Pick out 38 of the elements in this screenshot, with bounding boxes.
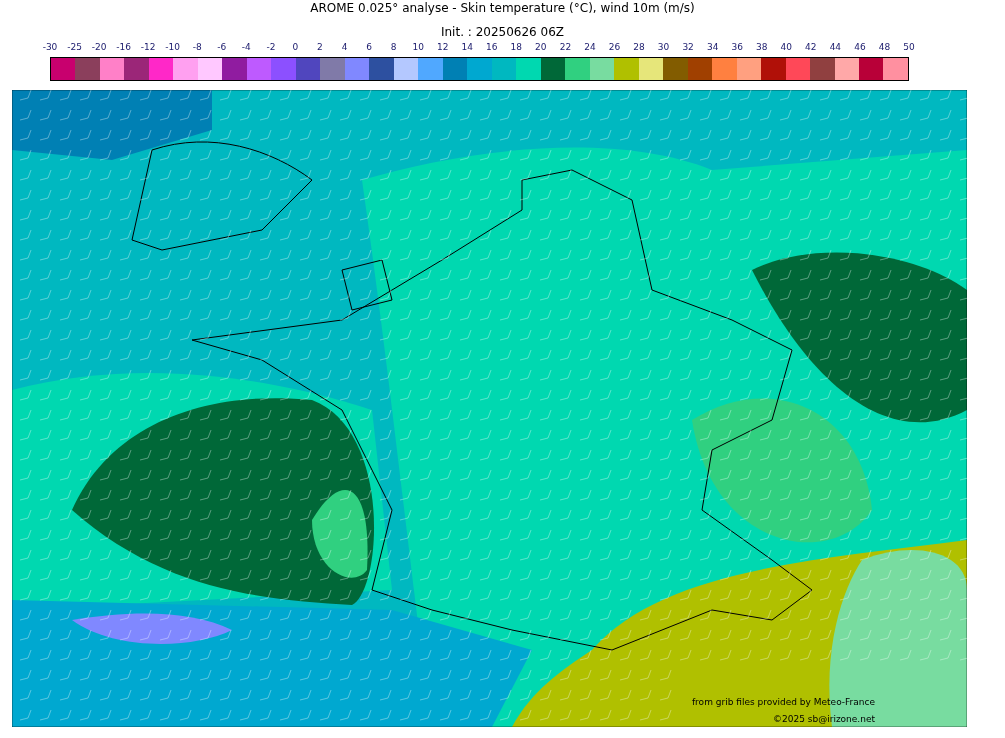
colorbar-tick-label: 24 — [584, 41, 596, 53]
colorbar-tick-label: -2 — [266, 41, 276, 53]
colorbar-tick-label: 8 — [390, 41, 397, 53]
colorbar-tick-label: 18 — [510, 41, 523, 53]
colorbar-tick-label: -10 — [165, 41, 181, 53]
colorbar-tick-label: 48 — [878, 41, 891, 53]
colorbar-tick-label: 38 — [756, 41, 768, 53]
colorbar-tick-label: -30 — [42, 41, 58, 53]
colorbar-tick-label: 44 — [829, 41, 842, 53]
colorbar-tick-label: 6 — [366, 41, 372, 53]
colorbar-tick-label: -12 — [140, 41, 156, 53]
colorbar-tick-label: 0 — [292, 41, 299, 53]
colorbar-tick-label: 10 — [412, 41, 424, 53]
colorbar-tick-label: 28 — [633, 41, 645, 53]
colorbar-tick-label: 32 — [682, 41, 694, 53]
colorbar-tick-label: 16 — [486, 41, 498, 53]
colorbar-tick-label: 34 — [706, 41, 719, 53]
colorbar-tick-label: 30 — [657, 41, 670, 53]
colorbar-tick-label: 2 — [317, 41, 323, 53]
colorbar-tick-label: 14 — [461, 41, 473, 53]
colorbar-tick-label: -16 — [116, 41, 131, 53]
colorbar-tick-label: -6 — [217, 41, 227, 53]
colorbar-tick-label: 12 — [436, 41, 449, 53]
colorbar-tick-label: 40 — [780, 41, 792, 53]
colorbar-tick-label: -8 — [192, 41, 202, 53]
colorbar-tick-label: 46 — [854, 41, 866, 53]
chart-title: AROME 0.025° analyse - Skin temperature (°C), wind 10m (m/s) — [310, 0, 695, 16]
colorbar-tick-label: 4 — [341, 41, 348, 53]
colorbar-tick-label: 36 — [731, 41, 743, 53]
chart-subtitle: Init. : 20250626 06Z — [440, 24, 565, 40]
colorbar-tick-label: -4 — [241, 41, 251, 53]
colorbar-tick-label: 22 — [559, 41, 572, 53]
colorbar-tick-label: 50 — [903, 41, 915, 53]
colorbar-tick-label: 20 — [535, 41, 547, 53]
colorbar-tick-label: -20 — [91, 41, 107, 53]
colorbar-tick-label: 42 — [805, 41, 817, 53]
colorbar-tick-label: -25 — [67, 41, 82, 53]
colorbar-tick-label: 26 — [608, 41, 621, 53]
